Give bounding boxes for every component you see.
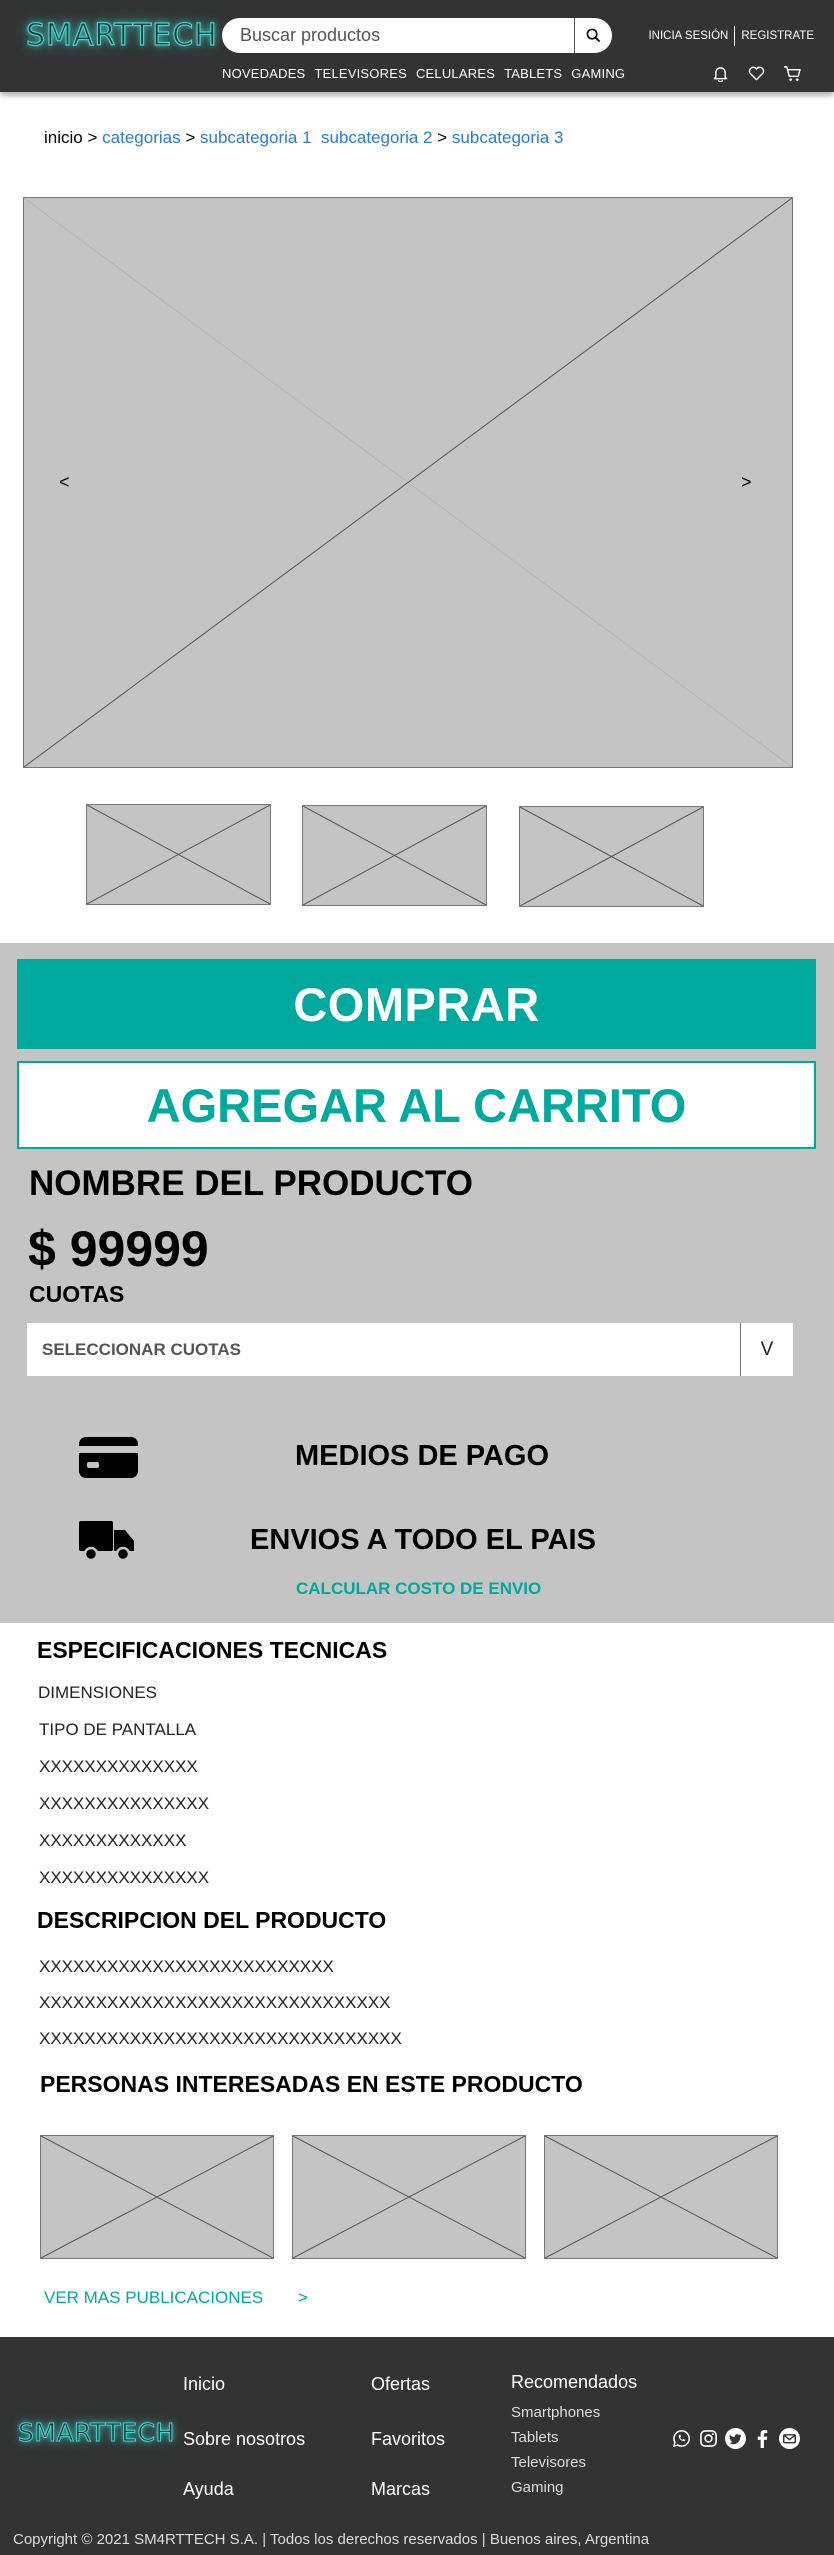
footer-recommended-title: Recomendados: [511, 2372, 638, 2392]
breadcrumb-separator: >: [87, 128, 98, 147]
nav-item-gaming[interactable]: GAMING: [571, 66, 625, 81]
copyright-text: Copyright © 2021 SM4RTTECH S.A. | Todos …: [13, 2531, 650, 2548]
credit-card-icon: [79, 1437, 138, 1478]
footer-link-marcas[interactable]: Marcas: [371, 2479, 430, 2500]
buy-button[interactable]: COMPRAR: [17, 959, 816, 1049]
breadcrumb-categorias[interactable]: categorias: [102, 128, 180, 147]
footer-link-tablets[interactable]: Tablets: [511, 2429, 559, 2446]
spec-item: XXXXXXXXXXXXXXX: [39, 1794, 210, 1813]
product-thumbnail[interactable]: [86, 804, 271, 905]
payment-methods-label[interactable]: MEDIOS DE PAGO: [295, 1440, 549, 1473]
breadcrumb-separator: >: [437, 128, 448, 147]
instagram-icon[interactable]: [698, 2428, 719, 2449]
auth-links: INICIA SESIÓN REGISTRATE: [648, 26, 814, 46]
specs-title: ESPECIFICACIONES TECNICAS: [37, 1637, 388, 1663]
breadcrumb-separator: >: [185, 128, 196, 147]
description-line: XXXXXXXXXXXXXXXXXXXXXXXXXXXXXXX: [39, 1993, 391, 2012]
spec-item: DIMENSIONES: [38, 1683, 158, 1702]
spec-item: TIPO DE PANTALLA: [39, 1720, 197, 1739]
register-link[interactable]: REGISTRATE: [741, 30, 814, 42]
login-link[interactable]: INICIA SESIÓN: [648, 30, 728, 42]
site-logo[interactable]: SMARTTECH: [25, 17, 218, 53]
footer-link-televisores[interactable]: Televisores: [511, 2454, 586, 2471]
header-icons: [710, 64, 802, 82]
gallery-prev-arrow[interactable]: <: [59, 472, 70, 493]
calculate-shipping-link[interactable]: CALCULAR COSTO DE ENVIO: [296, 1579, 541, 1599]
chevron-down-icon[interactable]: V: [740, 1323, 793, 1376]
description-line: XXXXXXXXXXXXXXXXXXXXXXXXXXXXXXXX: [39, 2029, 402, 2048]
footer-link-sobre-nosotros[interactable]: Sobre nosotros: [183, 2429, 305, 2450]
breadcrumb-subcategoria-2[interactable]: subcategoria 2: [321, 128, 433, 147]
product-thumbnail[interactable]: [519, 806, 704, 907]
cuotas-label: CUOTAS: [29, 1281, 125, 1307]
footer-link-ayuda[interactable]: Ayuda: [183, 2479, 234, 2500]
search-bar: [222, 18, 612, 53]
related-product-card[interactable]: [292, 2135, 526, 2259]
gallery-next-arrow[interactable]: >: [741, 472, 752, 493]
footer-link-inicio[interactable]: Inicio: [183, 2374, 225, 2395]
search-input[interactable]: [222, 18, 572, 53]
mail-icon[interactable]: [779, 2428, 800, 2449]
product-name: NOMBRE DEL PRODUCTO: [29, 1164, 474, 1203]
twitter-icon[interactable]: [725, 2428, 746, 2449]
add-to-cart-button[interactable]: AGREGAR AL CARRITO: [17, 1061, 816, 1149]
truck-icon: [79, 1521, 134, 1562]
bell-icon[interactable]: [710, 64, 730, 82]
facebook-icon[interactable]: [752, 2428, 773, 2449]
spec-item: XXXXXXXXXXXXXXX: [39, 1868, 210, 1887]
search-icon: [586, 28, 601, 43]
footer-link-favoritos[interactable]: Favoritos: [371, 2429, 445, 2450]
spec-item: XXXXXXXXXXXXX: [39, 1831, 187, 1850]
related-product-card[interactable]: [544, 2135, 778, 2259]
nav-item-tablets[interactable]: TABLETS: [504, 66, 562, 81]
nav-item-televisores[interactable]: TELEVISORES: [314, 66, 407, 81]
nav-item-celulares[interactable]: CELULARES: [416, 66, 495, 81]
spec-item: XXXXXXXXXXXXXX: [39, 1757, 198, 1776]
footer-link-gaming[interactable]: Gaming: [511, 2479, 564, 2496]
footer-logo[interactable]: SMARTTECH: [18, 2418, 175, 2448]
breadcrumb-home[interactable]: inicio: [44, 128, 83, 147]
breadcrumb: inicio > categorias > subcategoria 1 sub…: [44, 128, 563, 148]
footer-link-smartphones[interactable]: Smartphones: [511, 2404, 600, 2421]
social-links: [671, 2428, 800, 2449]
see-more-arrow: >: [297, 2288, 308, 2307]
cart-icon[interactable]: [782, 64, 802, 82]
related-product-card[interactable]: [40, 2135, 274, 2259]
footer-link-ofertas[interactable]: Ofertas: [371, 2374, 430, 2395]
see-more-link[interactable]: VER MAS PUBLICACIONES >: [44, 2288, 308, 2308]
interested-title: PERSONAS INTERESADAS EN ESTE PRODUCTO: [40, 2071, 583, 2097]
cuotas-select[interactable]: SELECCIONAR CUOTAS V: [27, 1323, 793, 1376]
nav-item-novedades[interactable]: NOVEDADES: [222, 66, 305, 81]
main-nav: NOVEDADES TELEVISORES CELULARES TABLETS …: [222, 66, 625, 81]
description-title: DESCRIPCION DEL PRODUCTO: [37, 1907, 387, 1933]
product-thumbnail[interactable]: [302, 805, 487, 906]
description-line: XXXXXXXXXXXXXXXXXXXXXXXXXX: [39, 1957, 334, 1976]
whatsapp-icon[interactable]: [671, 2428, 692, 2449]
auth-divider: [734, 26, 736, 46]
breadcrumb-subcategoria-1[interactable]: subcategoria 1: [200, 128, 312, 147]
breadcrumb-subcategoria-3[interactable]: subcategoria 3: [452, 128, 564, 147]
product-price: $ 99999: [28, 1221, 209, 1277]
search-button[interactable]: [574, 18, 612, 53]
product-main-image: [23, 197, 793, 768]
see-more-label: VER MAS PUBLICACIONES: [44, 2288, 264, 2307]
heart-icon[interactable]: [746, 64, 766, 82]
shipping-label: ENVIOS A TODO EL PAIS: [250, 1524, 596, 1556]
cuotas-select-value: SELECCIONAR CUOTAS: [42, 1339, 241, 1359]
